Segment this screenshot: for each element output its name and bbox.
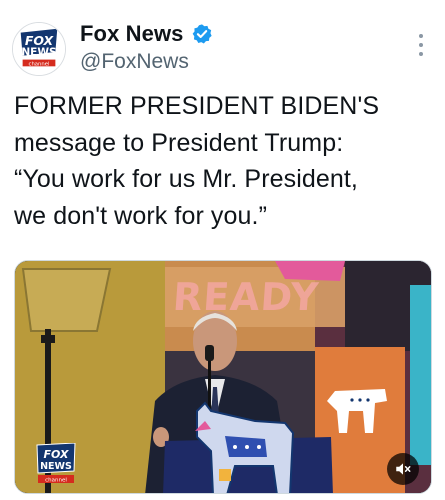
background-sign-text: READY [171, 275, 321, 319]
mute-toggle-button[interactable] [387, 453, 419, 485]
avatar[interactable]: FOX NEWS channel [12, 22, 66, 76]
tweet-text-line: “You work for us Mr. President, [14, 165, 358, 193]
fox-news-watermark: FOX NEWS channel [35, 443, 77, 487]
watermark-text-small: channel [45, 478, 67, 484]
watermark-text-top: FOX [44, 448, 69, 461]
more-options-button[interactable] [415, 34, 427, 56]
more-options-icon [419, 34, 423, 38]
tweet-text-line: FORMER PRESIDENT BIDEN'S [14, 92, 380, 120]
speaker-muted-icon [396, 463, 411, 475]
tweet-text: FORMER PRESIDENT BIDEN'S message to Pres… [14, 88, 439, 234]
fox-news-logo-icon: FOX NEWS channel [13, 23, 65, 75]
logo-text-bottom: NEWS [21, 47, 56, 59]
tweet-text-line: we don't work for you.” [14, 201, 268, 230]
verified-badge-icon [191, 23, 213, 45]
author-handle[interactable]: @FoxNews [80, 50, 189, 74]
logo-text-small: channel [29, 61, 50, 67]
author-display-name[interactable]: Fox News [80, 21, 184, 47]
watermark-text-bottom: NEWS [40, 461, 72, 472]
tweet-card: FOX NEWS channel Fox News @FoxNews FORME… [0, 0, 445, 500]
video-player[interactable]: READY FOX NEWS channel [14, 260, 432, 494]
tweet-text-line: message to President Trump: [14, 128, 344, 157]
author-name-row: Fox News [80, 20, 213, 48]
